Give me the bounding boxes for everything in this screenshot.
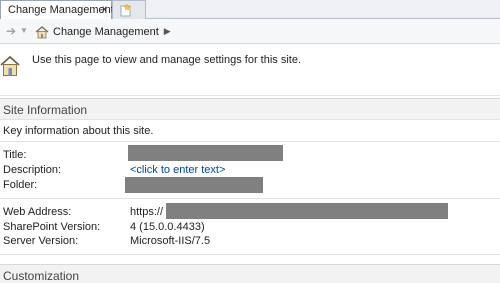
divider	[0, 254, 500, 255]
web-address-value: https://	[130, 206, 164, 218]
description-label: Description:	[3, 164, 62, 176]
server-version-value: Microsoft-IIS/7.5	[130, 235, 211, 247]
web-address-label: Web Address:	[3, 206, 72, 218]
web-address-redacted	[166, 203, 448, 219]
new-tab-button[interactable]	[112, 0, 146, 19]
section-customization: Customization	[0, 264, 500, 283]
title-value-redacted	[128, 145, 283, 161]
tab-label: Change Management	[8, 4, 114, 16]
back-arrow-icon[interactable]: ➔	[4, 24, 18, 38]
address-bar: ➔ ▼ Change Management ▶	[0, 19, 500, 44]
page-description: Use this page to view and manage setting…	[32, 54, 302, 66]
server-version-label: Server Version:	[3, 235, 79, 247]
new-tab-icon	[120, 3, 131, 17]
section-title: Site Information	[3, 103, 88, 117]
folder-value-redacted	[125, 177, 263, 193]
breadcrumb-label: Change Management	[53, 25, 159, 38]
dropdown-arrow-icon[interactable]: ▼	[17, 24, 31, 38]
sharepoint-version-value: 4 (15.0.0.4433)	[130, 221, 205, 233]
section-site-information: Site Information	[0, 98, 500, 120]
site-settings-icon	[0, 55, 20, 76]
page-header: Use this page to view and manage setting…	[0, 44, 500, 96]
tab-close-icon[interactable]: x	[102, 4, 107, 15]
folder-label: Folder:	[3, 179, 38, 191]
description-edit-link[interactable]: <click to enter text>	[130, 164, 225, 176]
site-icon	[35, 25, 49, 38]
section-title: Customization	[3, 269, 80, 283]
tab-change-management[interactable]: Change Management x	[0, 0, 114, 19]
divider	[0, 141, 500, 142]
title-label: Title:	[3, 149, 27, 161]
sharepoint-version-label: SharePoint Version:	[3, 221, 101, 233]
breadcrumb[interactable]: Change Management ▶	[35, 23, 171, 40]
tab-strip: Change Management x	[0, 0, 500, 19]
divider	[0, 198, 500, 199]
breadcrumb-chevron-icon[interactable]: ▶	[164, 26, 171, 37]
section-intro: Key information about this site.	[3, 125, 154, 137]
